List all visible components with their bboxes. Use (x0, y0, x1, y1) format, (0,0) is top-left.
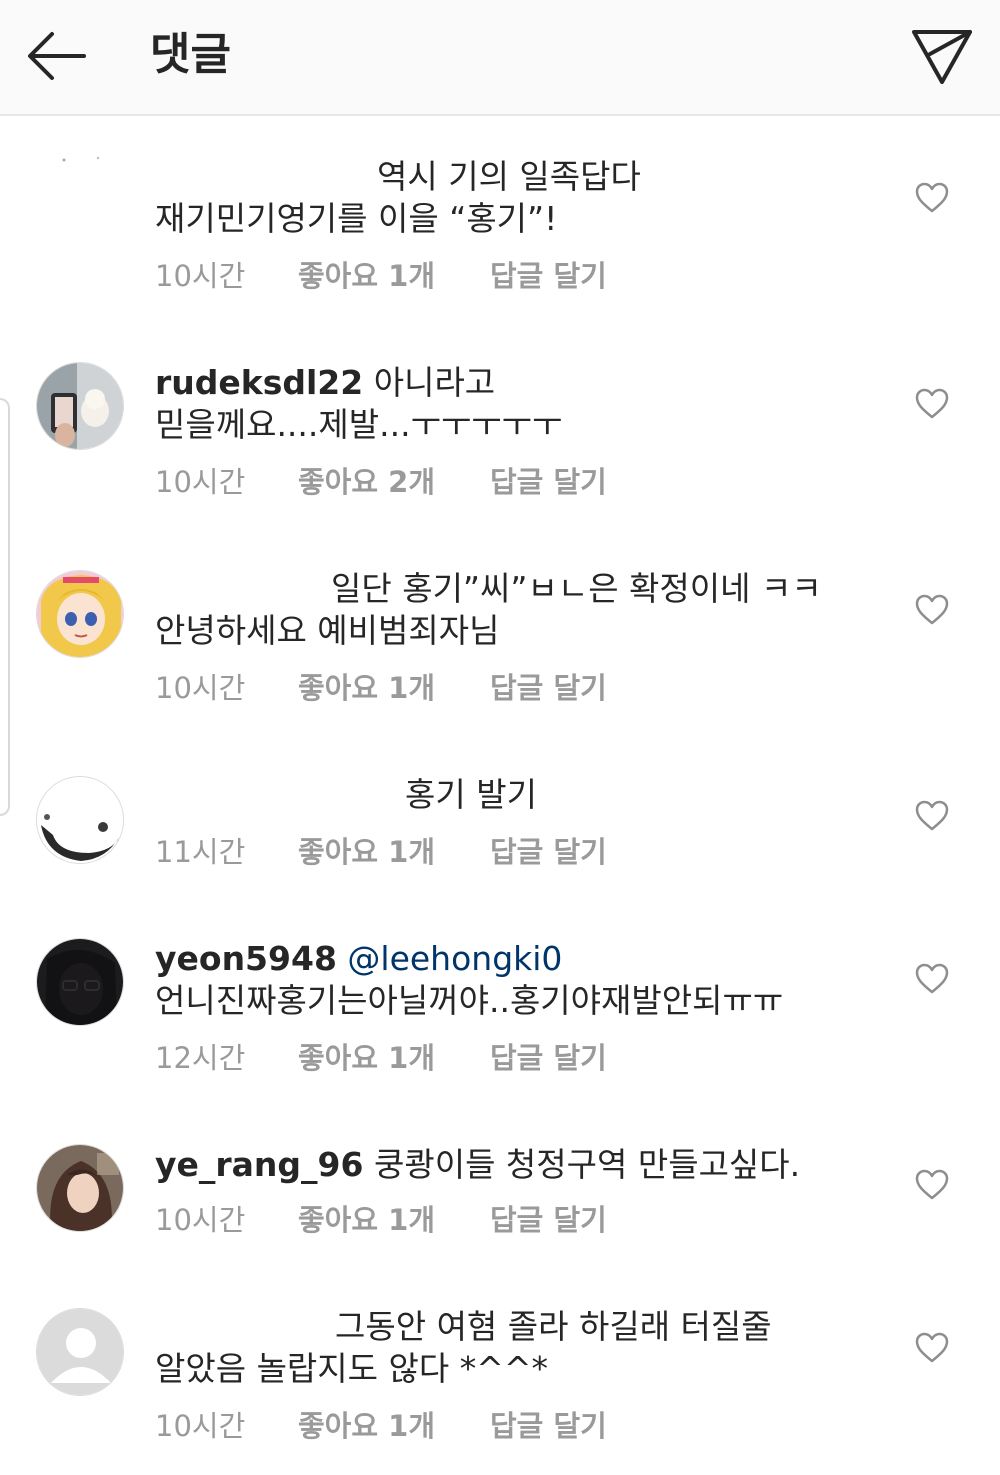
comment-text: 그동안 여혐 졸라 하길래 터질줄 알았음 놀랍지도 않다 *^^* (155, 1306, 875, 1390)
comment-line: 언니진짜홍기는아닐꺼야..홍기야재발안되ㅠㅠ (155, 981, 784, 1020)
heart-outline-icon[interactable] (914, 592, 950, 628)
like-count[interactable]: 좋아요 1개 (298, 1038, 435, 1078)
avatar[interactable] (36, 938, 124, 1026)
comment-line: rudeksdl22 아니라고 (155, 362, 875, 404)
reply-button[interactable]: 답글 달기 (490, 832, 607, 872)
like-count[interactable]: 좋아요 1개 (298, 832, 435, 872)
avatar[interactable] (36, 362, 124, 450)
mention-link[interactable]: @leehongki0 (347, 939, 562, 978)
reply-button[interactable]: 답글 달기 (490, 256, 607, 296)
avatar[interactable] (36, 1144, 124, 1232)
reply-button[interactable]: 답글 달기 (490, 1038, 607, 1078)
paper-plane-icon[interactable] (908, 24, 974, 86)
avatar[interactable] (36, 776, 124, 864)
comment-time: 10시간 (155, 259, 246, 293)
reply-button[interactable]: 답글 달기 (490, 1406, 607, 1446)
heart-outline-icon[interactable] (914, 180, 950, 216)
comment-body: 아니라고 (373, 363, 496, 402)
comment-line: 믿을께요....제발...ㅜㅜㅜㅜㅜ (155, 405, 563, 444)
heart-outline-icon[interactable] (914, 1330, 950, 1366)
comment-line: 안녕하세요 예비범죄자님 (155, 611, 500, 650)
comment-text: rudeksdl22 아니라고 믿을께요....제발...ㅜㅜㅜㅜㅜ (155, 362, 875, 446)
like-count[interactable]: 좋아요 1개 (298, 668, 435, 708)
arrow-left-icon[interactable] (24, 28, 90, 84)
like-count[interactable]: 좋아요 1개 (298, 1200, 435, 1240)
reply-button[interactable]: 답글 달기 (490, 462, 607, 502)
comment-text: 홍기 발기 (155, 774, 875, 816)
comment-line: 그동안 여혐 졸라 하길래 터질줄 (335, 1307, 772, 1346)
like-count[interactable]: 좋아요 2개 (298, 462, 435, 502)
heart-outline-icon[interactable] (914, 386, 950, 422)
comment-line: 홍기 발기 (405, 775, 537, 814)
comment-time: 10시간 (155, 671, 246, 705)
comment-line: 역시 기의 일족답다 (377, 157, 641, 196)
comment-line: ye_rang_96 쿵쾅이들 청정구역 만들고싶다. (155, 1144, 875, 1186)
heart-outline-icon[interactable] (914, 961, 950, 997)
avatar[interactable] (36, 570, 124, 658)
comment-username[interactable]: ye_rang_96 (155, 1145, 363, 1184)
comment-text: 역시 기의 일족답다 재기민기영기를 이을 “홍기”! (155, 156, 875, 240)
comment-time: 12시간 (155, 1041, 246, 1075)
avatar[interactable] (36, 150, 124, 238)
comment-line: 재기민기영기를 이을 “홍기”! (155, 199, 558, 238)
scroll-indicator[interactable] (0, 398, 10, 816)
page-title: 댓글 (150, 29, 231, 80)
comment-time: 11시간 (155, 835, 246, 869)
comment-username[interactable]: rudeksdl22 (155, 363, 363, 402)
comment-body: 쿵쾅이들 청정구역 만들고싶다. (373, 1145, 801, 1184)
comment-line: yeon5948 @leehongki0 (155, 938, 875, 980)
reply-button[interactable]: 답글 달기 (490, 668, 607, 708)
like-count[interactable]: 좋아요 1개 (298, 1406, 435, 1446)
top-bar: 댓글 (0, 0, 1000, 116)
like-count[interactable]: 좋아요 1개 (298, 256, 435, 296)
comment-time: 10시간 (155, 1203, 246, 1237)
comment-line: 일단 홍기”씨”ㅂㄴ은 확정이네 ㅋㅋ (331, 569, 822, 608)
comment-text: yeon5948 @leehongki0 언니진짜홍기는아닐꺼야..홍기야재발안… (155, 938, 875, 1022)
comment-username[interactable]: yeon5948 (155, 939, 337, 978)
comment-time: 10시간 (155, 465, 246, 499)
comment-time: 10시간 (155, 1409, 246, 1443)
comment-line: 알았음 놀랍지도 않다 *^^* (155, 1349, 549, 1388)
heart-outline-icon[interactable] (914, 1167, 950, 1203)
reply-button[interactable]: 답글 달기 (490, 1200, 607, 1240)
heart-outline-icon[interactable] (914, 798, 950, 834)
avatar[interactable] (36, 1308, 124, 1396)
comment-text: 일단 홍기”씨”ㅂㄴ은 확정이네 ㅋㅋ 안녕하세요 예비범죄자님 (155, 568, 875, 652)
comment-text: ye_rang_96 쿵쾅이들 청정구역 만들고싶다. (155, 1144, 875, 1186)
